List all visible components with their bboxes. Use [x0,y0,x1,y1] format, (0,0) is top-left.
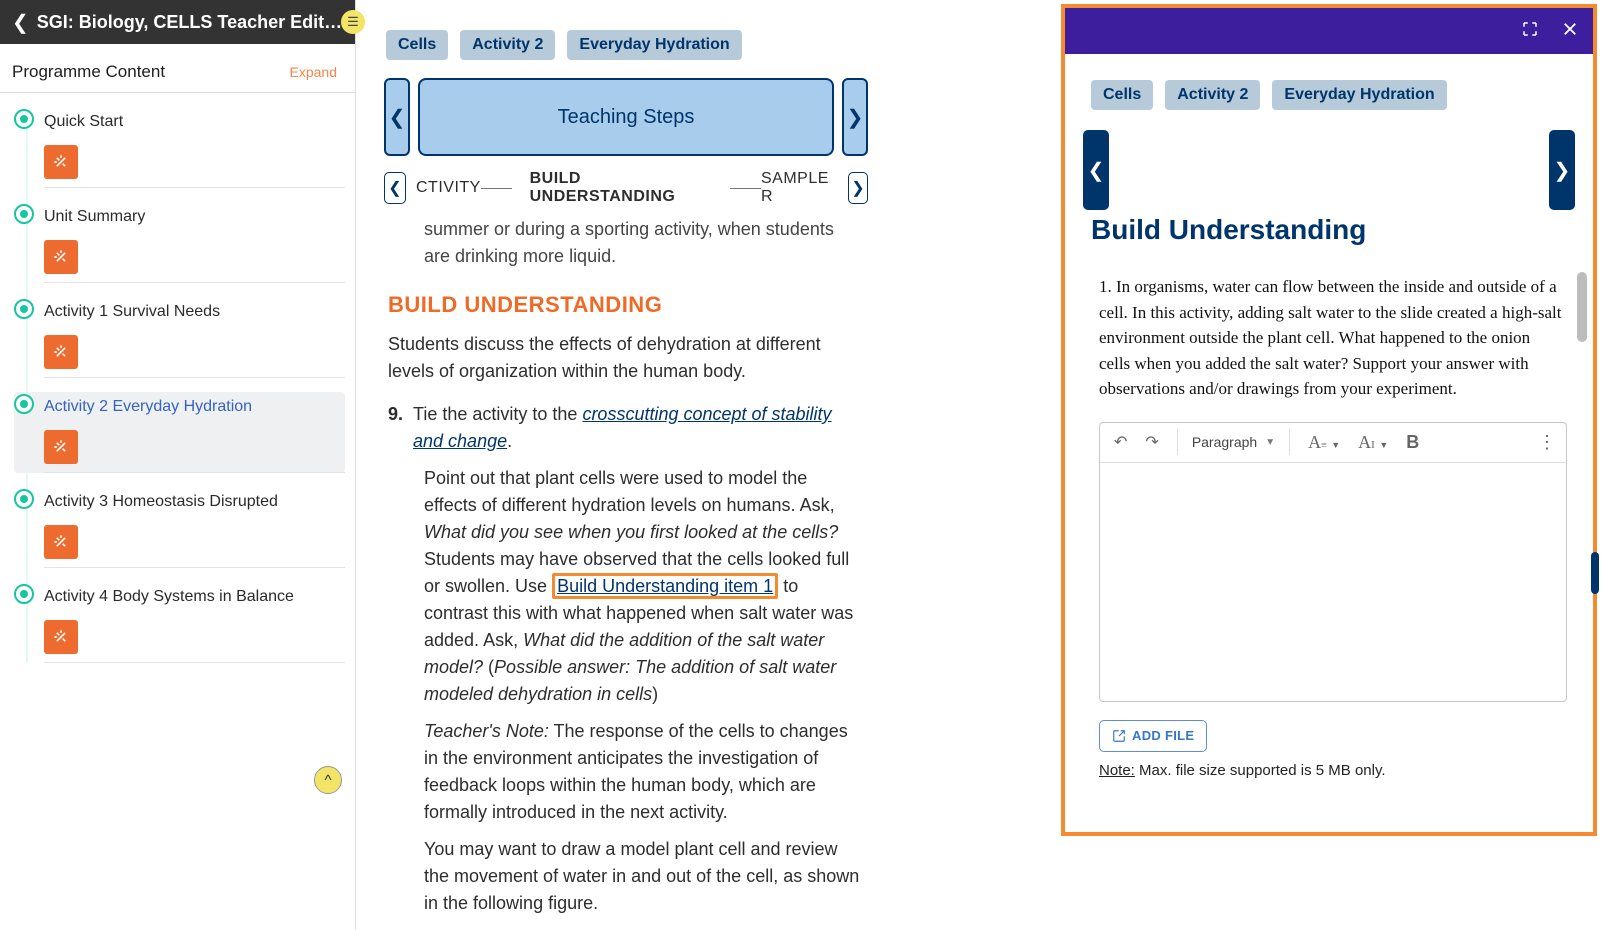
toc-item-quickstart[interactable]: Quick Start [14,107,345,188]
subnav-next-button[interactable]: ❯ [848,172,868,204]
breadcrumb: Cells Activity 2 Everyday Hydration [356,0,896,60]
toc-item-activity4[interactable]: Activity 4 Body Systems in Balance [14,582,345,663]
paragraph: Point out that plant cells were used to … [388,465,864,708]
crumb-hydration[interactable]: Everyday Hydration [1272,80,1446,110]
divider [44,662,345,663]
toc-label: Activity 4 Body Systems in Balance [44,582,345,612]
teachers-note: Teacher's Note: The response of the cell… [388,718,864,826]
file-note: Note: Max. file size supported is 5 MB o… [1099,762,1593,779]
toc-label: Activity 2 Everyday Hydration [44,392,345,422]
step-title: Teaching Steps [418,78,834,156]
launch-icon[interactable] [44,335,78,369]
panel-prev-button[interactable]: ❮ [1083,130,1109,210]
close-icon[interactable] [1561,20,1579,43]
main-panel: Cells Activity 2 Everyday Hydration ❮ Te… [356,0,896,930]
status-dot-icon [14,489,34,509]
question-text: 1. In organisms, water can flow between … [1065,254,1593,402]
step-next-button[interactable]: ❯ [842,78,868,156]
crumb-cells[interactable]: Cells [1091,80,1153,110]
panel-nav: ❮ ❯ [1065,110,1593,210]
toc: Quick Start Unit Summary Activity 1 Surv… [0,93,355,663]
fragment-text: summer or during a sporting activity, wh… [388,216,864,270]
editor-toolbar: ↶ ↷ Paragraph▼ A≡ ▼ AI ▼ B ⋮ [1100,423,1566,463]
more-icon[interactable]: ⋮ [1538,432,1556,453]
content-body: summer or during a sporting activity, wh… [356,206,896,930]
programme-label: Programme Content [12,62,165,82]
course-title: SGI: Biology, CELLS Teacher Edition, ... [37,12,345,33]
scroll-up-icon[interactable]: ^ [314,766,342,794]
toc-item-activity1[interactable]: Activity 1 Survival Needs [14,297,345,378]
divider [44,282,345,283]
toc-item-activity2[interactable]: Activity 2 Everyday Hydration [14,392,345,473]
launch-icon[interactable] [44,145,78,179]
toc-label: Activity 3 Homeostasis Disrupted [44,487,345,517]
divider [44,187,345,188]
right-panel: Cells Activity 2 Everyday Hydration ❮ ❯ … [1061,4,1597,836]
divider [44,377,345,378]
line-icon [481,188,512,189]
status-dot-icon [14,109,34,129]
back-icon[interactable]: ❮ [4,10,37,35]
line-icon [730,188,761,189]
divider [44,472,345,473]
step-lead: Tie the activity to the crosscutting con… [413,401,864,455]
undo-icon[interactable]: ↶ [1110,429,1131,455]
expand-button[interactable]: Expand [290,64,337,80]
section-heading: BUILD UNDERSTANDING [388,288,864,321]
font-size-icon[interactable]: AI ▼ [1354,429,1392,456]
sidebar: ❮ SGI: Biology, CELLS Teacher Edition, .… [0,0,356,930]
toc-label: Unit Summary [44,202,345,232]
crumb-cells[interactable]: Cells [386,30,448,60]
toc-label: Quick Start [44,107,345,137]
step-number: 9. [388,401,403,455]
redo-icon[interactable]: ↷ [1141,429,1162,455]
sub-nav: ❮ CTIVITY BUILD UNDERSTANDING SAMPLE R ❯ [384,170,868,206]
resize-handle-icon[interactable] [1591,552,1599,594]
font-icon[interactable]: A≡ ▼ [1304,429,1344,456]
launch-icon[interactable] [44,525,78,559]
add-file-button[interactable]: ADD FILE [1099,720,1207,752]
separator [1289,429,1290,455]
status-dot-icon [14,204,34,224]
subnav-center: BUILD UNDERSTANDING [530,170,713,206]
toc-item-activity3[interactable]: Activity 3 Homeostasis Disrupted [14,487,345,568]
separator [1177,429,1178,455]
crumb-hydration[interactable]: Everyday Hydration [567,30,741,60]
sidebar-header: ❮ SGI: Biology, CELLS Teacher Edition, .… [0,0,355,44]
paragraph-select[interactable]: Paragraph▼ [1192,434,1275,450]
chevron-down-icon: ▼ [1265,437,1275,448]
status-dot-icon [14,394,34,414]
panel-breadcrumb: Cells Activity 2 Everyday Hydration [1065,54,1593,110]
expand-icon[interactable] [1521,20,1539,43]
paragraph: You may want to draw a model plant cell … [388,836,864,917]
crumb-activity2[interactable]: Activity 2 [1165,80,1260,110]
launch-icon[interactable] [44,620,78,654]
editor-textarea[interactable] [1100,463,1566,701]
step-prev-button[interactable]: ❮ [384,78,410,156]
subnav-prev-button[interactable]: ❮ [384,172,406,204]
subnav-right: SAMPLE R [761,170,838,206]
toc-item-unitsummary[interactable]: Unit Summary [14,202,345,283]
bold-icon[interactable]: B [1402,429,1423,456]
launch-icon[interactable] [44,240,78,274]
subnav-left: CTIVITY [416,179,481,197]
build-item1-link[interactable]: Build Understanding item 1 [557,576,773,596]
intro-text: Students discuss the effects of dehydrat… [388,331,864,385]
rich-text-editor[interactable]: ↶ ↷ Paragraph▼ A≡ ▼ AI ▼ B ⋮ [1099,422,1567,702]
status-dot-icon [14,299,34,319]
crumb-activity2[interactable]: Activity 2 [460,30,555,60]
launch-icon[interactable] [44,430,78,464]
step-nav: ❮ Teaching Steps ❯ [384,78,868,156]
programme-row: Programme Content Expand [0,44,355,92]
panel-next-button[interactable]: ❯ [1549,130,1575,210]
status-dot-icon [14,584,34,604]
toc-label: Activity 1 Survival Needs [44,297,345,327]
scrollbar-handle[interactable] [1577,272,1587,342]
divider [44,567,345,568]
panel-header [1065,8,1593,54]
panel-title: Build Understanding [1065,210,1593,254]
